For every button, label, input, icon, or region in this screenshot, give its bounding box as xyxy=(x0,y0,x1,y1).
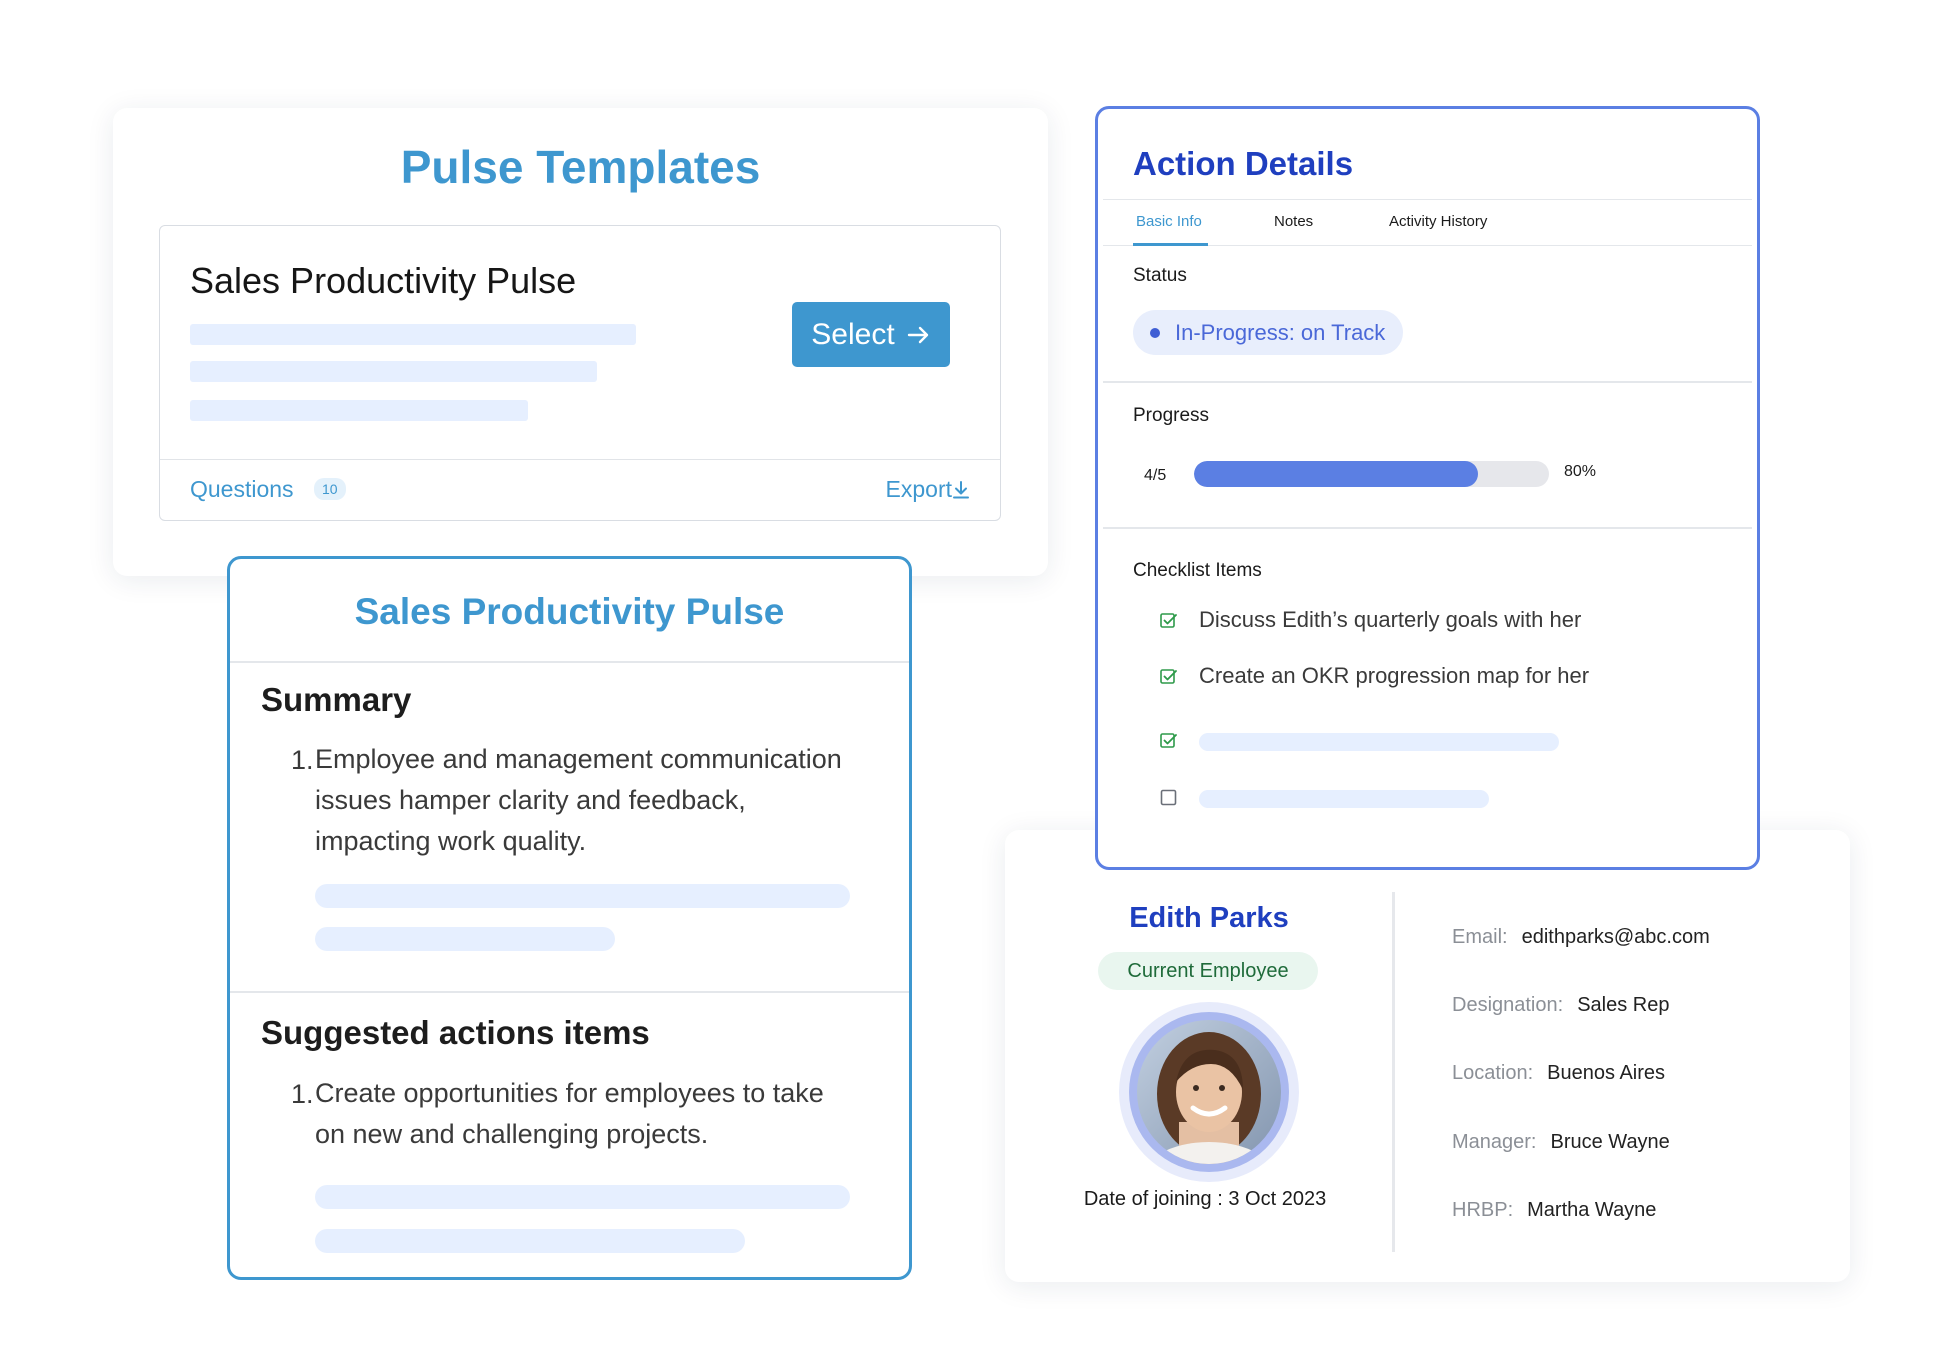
status-label: Status xyxy=(1133,265,1187,286)
checkbox-checked-icon[interactable] xyxy=(1160,668,1177,685)
skeleton-line xyxy=(190,361,597,382)
date-of-joining: Date of joining : 3 Oct 2023 xyxy=(1083,1188,1327,1210)
tab-notes[interactable]: Notes xyxy=(1274,213,1313,230)
progress-label: Progress xyxy=(1133,405,1210,426)
download-icon[interactable] xyxy=(952,480,970,500)
checklist-label: Checklist Items xyxy=(1133,560,1262,581)
employee-card: Edith Parks Current Employee Date of joi… xyxy=(1005,830,1850,1282)
export-link[interactable]: Export xyxy=(886,476,952,503)
field-value: Martha Wayne xyxy=(1527,1199,1657,1221)
progress-bar-fill xyxy=(1194,461,1478,487)
active-tab-indicator xyxy=(1133,243,1208,246)
summary-heading: Summary xyxy=(261,681,412,718)
employee-name: Edith Parks xyxy=(1129,902,1289,934)
field-value: Sales Rep xyxy=(1577,994,1670,1016)
questions-count-badge: 10 xyxy=(314,478,346,500)
field-value: edithparks@abc.com xyxy=(1521,926,1710,948)
skeleton-line xyxy=(1199,790,1489,808)
employee-field-manager: Manager: Bruce Wayne xyxy=(1452,1131,1670,1154)
divider xyxy=(1103,381,1752,383)
list-item-number: 1. xyxy=(291,1079,314,1109)
divider xyxy=(1103,527,1752,529)
summary-item-text: Employee and management communication is… xyxy=(315,744,842,856)
tab-bar: Basic Info Notes Activity History xyxy=(1103,199,1752,246)
skeleton-line xyxy=(190,324,636,345)
select-button-label: Select xyxy=(811,317,895,351)
status-text: In-Progress: on Track xyxy=(1175,320,1386,345)
field-key: Location: xyxy=(1452,1062,1534,1084)
tab-basic-info[interactable]: Basic Info xyxy=(1136,213,1202,230)
skeleton-line xyxy=(315,884,850,908)
questions-link[interactable]: Questions xyxy=(190,476,294,503)
pulse-summary-card: Sales Productivity Pulse Summary 1. Empl… xyxy=(227,556,912,1280)
employee-status-badge: Current Employee xyxy=(1098,952,1318,990)
employee-field-hrbp: HRBP: Martha Wayne xyxy=(1452,1199,1656,1222)
skeleton-line xyxy=(315,927,615,951)
skeleton-line xyxy=(190,400,528,421)
field-key: Email: xyxy=(1452,926,1508,948)
field-key: Designation: xyxy=(1452,994,1564,1016)
vertical-divider xyxy=(1392,892,1395,1252)
arrow-right-icon xyxy=(907,326,928,343)
skeleton-line xyxy=(1199,733,1559,751)
template-card-title: Sales Productivity Pulse xyxy=(190,260,577,301)
action-item-text: Create opportunities for employees to ta… xyxy=(315,1078,824,1149)
progress-bar xyxy=(1194,461,1549,487)
action-details-title: Action Details xyxy=(1133,145,1354,182)
tab-activity-history[interactable]: Activity History xyxy=(1389,213,1487,230)
checkbox-checked-icon[interactable] xyxy=(1160,612,1177,629)
divider xyxy=(230,661,909,663)
skeleton-line xyxy=(315,1185,850,1209)
action-details-card: Action Details Basic Info Notes Activity… xyxy=(1095,106,1760,870)
select-button[interactable]: Select xyxy=(792,302,950,367)
template-card-footer: Questions 10 Export xyxy=(160,459,1000,521)
checkbox-unchecked-icon[interactable] xyxy=(1160,789,1177,806)
divider xyxy=(230,991,909,993)
pulse-templates-card: Pulse Templates Sales Productivity Pulse… xyxy=(113,108,1048,576)
employee-field-designation: Designation: Sales Rep xyxy=(1452,994,1669,1017)
field-key: HRBP: xyxy=(1452,1199,1514,1221)
pulse-summary-title: Sales Productivity Pulse xyxy=(354,591,785,632)
progress-fraction: 4/5 xyxy=(1144,467,1167,484)
suggested-actions-heading: Suggested actions items xyxy=(261,1014,650,1051)
template-card[interactable]: Sales Productivity Pulse Select Question… xyxy=(159,225,1001,521)
field-value: Bruce Wayne xyxy=(1550,1131,1670,1153)
employee-field-location: Location: Buenos Aires xyxy=(1452,1062,1665,1085)
field-value: Buenos Aires xyxy=(1547,1062,1666,1084)
checkbox-checked-icon[interactable] xyxy=(1160,732,1177,749)
progress-percent: 80% xyxy=(1564,463,1597,480)
status-badge: In-Progress: on Track xyxy=(1133,310,1404,355)
checklist-item-text: Create an OKR progression map for her xyxy=(1199,663,1590,688)
skeleton-line xyxy=(315,1229,745,1253)
field-key: Manager: xyxy=(1452,1131,1537,1153)
status-dot-icon xyxy=(1150,328,1160,338)
checklist-item-text: Discuss Edith’s quarterly goals with her xyxy=(1199,607,1582,632)
list-item-number: 1. xyxy=(291,745,314,775)
avatar xyxy=(1119,1002,1299,1182)
employee-field-email: Email: edithparks@abc.com xyxy=(1452,926,1710,949)
pulse-templates-title: Pulse Templates xyxy=(400,141,761,193)
